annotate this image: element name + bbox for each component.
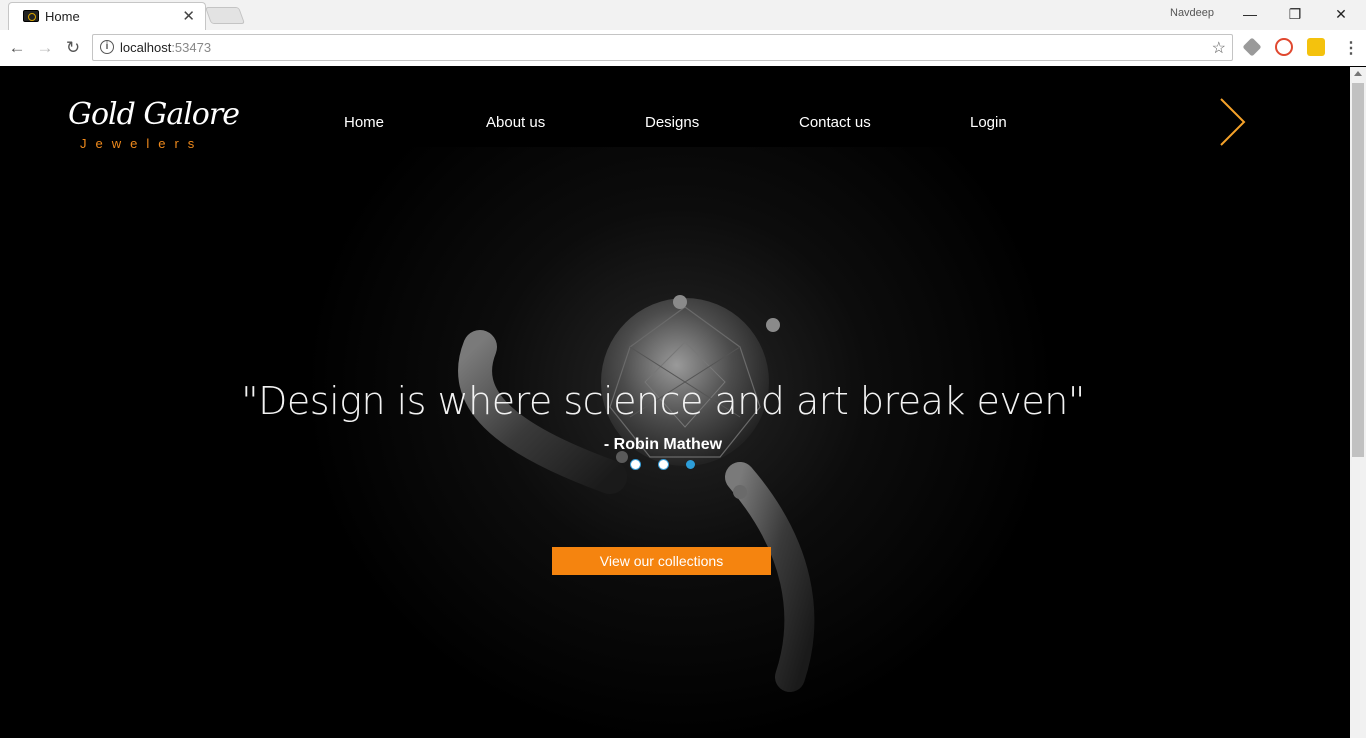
minimize-button[interactable]: — bbox=[1235, 4, 1265, 24]
url-port: :53473 bbox=[171, 40, 212, 55]
browser-menu-icon[interactable]: ⋮ bbox=[1343, 38, 1359, 58]
page-scrollbar[interactable] bbox=[1350, 67, 1366, 738]
ring-image bbox=[458, 295, 815, 692]
hero-quote: "Design is where science and art break e… bbox=[241, 379, 1085, 423]
browser-chrome: Home ✕ Navdeep — ❐ ✕ ← → ↻ i localhost:5… bbox=[0, 0, 1366, 66]
bookmark-star-icon[interactable]: ☆ bbox=[1212, 38, 1226, 58]
profile-name[interactable]: Navdeep bbox=[1170, 7, 1214, 19]
nav-designs[interactable]: Designs bbox=[645, 114, 699, 131]
address-bar[interactable]: i localhost:53473 ☆ bbox=[92, 34, 1233, 61]
nav-about-us[interactable]: About us bbox=[486, 114, 545, 131]
nav-home[interactable]: Home bbox=[344, 114, 384, 131]
close-window-button[interactable]: ✕ bbox=[1326, 4, 1356, 24]
yellow-extension-icon[interactable] bbox=[1307, 38, 1325, 56]
scroll-thumb[interactable] bbox=[1352, 83, 1364, 457]
info-icon[interactable]: i bbox=[100, 40, 114, 54]
restore-button[interactable]: ❐ bbox=[1280, 4, 1310, 24]
browser-toolbar: ← → ↻ i localhost:53473 ☆ ⋮ bbox=[0, 30, 1366, 66]
next-slide-arrow-icon[interactable] bbox=[1216, 97, 1248, 147]
page: Gold Galore Jewelers Home About us Desig… bbox=[0, 67, 1350, 738]
new-tab-button[interactable] bbox=[204, 7, 246, 24]
nav-contact-us[interactable]: Contact us bbox=[799, 114, 871, 131]
back-button[interactable]: ← bbox=[6, 37, 28, 59]
red-block-extension-icon[interactable] bbox=[1275, 38, 1293, 56]
view-collections-button[interactable]: View our collections bbox=[552, 547, 771, 575]
tab-title: Home bbox=[45, 9, 80, 24]
cube-extension-icon[interactable] bbox=[1242, 37, 1262, 57]
tab-home[interactable]: Home ✕ bbox=[8, 2, 206, 30]
url-host: localhost bbox=[120, 40, 172, 55]
hero-author: - Robin Mathew bbox=[603, 436, 723, 453]
scroll-up-arrow-icon[interactable] bbox=[1354, 71, 1362, 76]
slide-dot-2[interactable] bbox=[659, 460, 668, 469]
logo-title: Gold Galore bbox=[68, 97, 240, 132]
slide-dot-1[interactable] bbox=[631, 460, 640, 469]
site-logo[interactable]: Gold Galore Jewelers bbox=[68, 97, 240, 151]
logo-subtitle: Jewelers bbox=[80, 136, 204, 151]
nav-login[interactable]: Login bbox=[970, 114, 1007, 131]
tab-close-icon[interactable]: ✕ bbox=[182, 7, 195, 25]
url-text: localhost:53473 bbox=[120, 40, 211, 55]
favicon-icon bbox=[23, 10, 39, 22]
forward-button[interactable]: → bbox=[34, 37, 56, 59]
slide-dot-3[interactable] bbox=[686, 460, 695, 469]
tab-strip: Home ✕ Navdeep — ❐ ✕ bbox=[0, 0, 1366, 30]
reload-button[interactable]: ↻ bbox=[62, 37, 84, 59]
